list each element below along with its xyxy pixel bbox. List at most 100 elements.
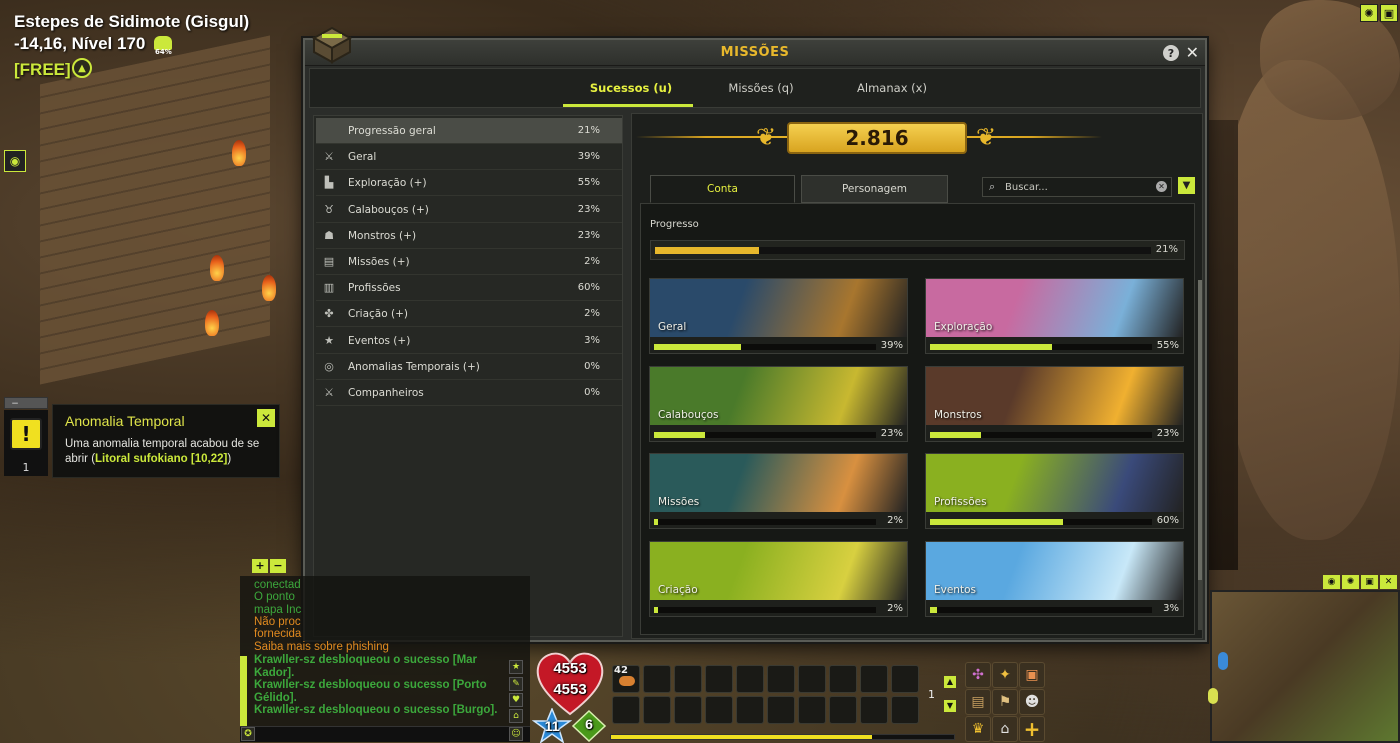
subtab-account[interactable]: Conta xyxy=(650,175,795,203)
chat-favorite-icon[interactable]: ✪ xyxy=(241,727,255,741)
bag-menu-icon[interactable]: ▣ xyxy=(1019,662,1045,688)
dna-menu-icon[interactable]: ✣ xyxy=(965,662,991,688)
quest-tracker-icon[interactable]: ◉ xyxy=(4,150,26,172)
page-down-button[interactable]: ▼ xyxy=(944,700,956,712)
item-count: 42 xyxy=(614,665,628,676)
chat-player-name[interactable]: Krawller-sz xyxy=(254,704,315,716)
shortcut-slot[interactable] xyxy=(798,696,826,724)
window-header[interactable]: MISSÕES ? ✕ xyxy=(305,40,1205,66)
chat-input[interactable] xyxy=(240,726,530,742)
subtab-character[interactable]: Personagem xyxy=(801,175,948,203)
help-icon[interactable]: ? xyxy=(1163,45,1179,61)
player-hud: 4553 4553 11 6 42 1 ▲ ▼ xyxy=(530,648,1000,743)
category-row[interactable]: ♉ Calabouços (+) 23% xyxy=(316,197,622,223)
category-card[interactable]: Criação 2% xyxy=(649,540,908,617)
tab-achievements[interactable]: Sucessos (u) xyxy=(566,81,696,95)
chat-smiley-icon[interactable]: ☺ xyxy=(509,727,523,741)
category-row[interactable]: Progressão geral 21% xyxy=(316,118,622,144)
shortcut-slot[interactable] xyxy=(674,665,702,693)
more-menu-icon[interactable]: + xyxy=(1019,716,1045,742)
friends-menu-icon[interactable]: ☻ xyxy=(1019,689,1045,715)
notification-close-button[interactable]: ✕ xyxy=(257,409,275,427)
chat-achievement-link[interactable]: [Burgo] xyxy=(453,704,495,716)
shortcut-slot[interactable] xyxy=(736,696,764,724)
clear-search-icon[interactable]: ✕ xyxy=(1156,181,1167,192)
minimap-camera-icon[interactable]: ▣ xyxy=(1361,575,1378,589)
chat-heart-icon[interactable]: ♥ xyxy=(509,693,523,707)
category-list: Progressão geral 21% ⚔ Geral 39% ▙ Exploração … xyxy=(313,115,623,637)
tab-quests[interactable]: Missões (q) xyxy=(696,81,826,95)
chat-home-icon[interactable]: ⌂ xyxy=(509,709,523,723)
notification-icon-box[interactable]: ! 1 xyxy=(4,410,48,476)
chat-star-icon[interactable]: ★ xyxy=(509,660,523,674)
category-row[interactable]: ◎ Anomalias Temporais (+) 0% xyxy=(316,354,622,380)
category-card[interactable]: Exploração 55% xyxy=(925,278,1184,354)
shortcut-slot[interactable] xyxy=(736,665,764,693)
quests-menu-icon[interactable]: ▤ xyxy=(965,689,991,715)
shortcut-slot[interactable] xyxy=(705,665,733,693)
shortcut-slot[interactable] xyxy=(767,696,795,724)
minimap-close-icon[interactable]: ✕ xyxy=(1380,575,1397,589)
achievements-menu-icon[interactable]: ♛ xyxy=(965,716,991,742)
notification-panel: Anomalia Temporal Uma anomalia temporal … xyxy=(52,404,280,478)
category-label: Missões (+) xyxy=(348,256,410,268)
category-card[interactable]: Eventos 3% xyxy=(925,540,1184,617)
card-pct: 3% xyxy=(1163,602,1179,614)
notification-link[interactable]: Litoral sufokiano [10,22] xyxy=(95,453,227,465)
category-pct: 55% xyxy=(577,177,600,189)
category-row[interactable]: ✤ Criação (+) 2% xyxy=(316,301,622,328)
category-card[interactable]: Monstros 23% xyxy=(925,365,1184,442)
search-input[interactable] xyxy=(1005,180,1155,194)
category-row[interactable]: ▥ Profissões 60% xyxy=(316,275,622,302)
page-up-button[interactable]: ▲ xyxy=(944,676,956,688)
minimap[interactable] xyxy=(1208,590,1400,743)
shortcut-slot[interactable] xyxy=(829,696,857,724)
category-row[interactable]: ▙ Exploração (+) 55% xyxy=(316,170,622,197)
category-row[interactable]: ★ Eventos (+) 3% xyxy=(316,328,622,354)
pyramid-icon[interactable]: ▲ xyxy=(72,58,92,78)
minimap-gear-icon[interactable]: ✺ xyxy=(1342,575,1359,589)
shortcut-slot[interactable] xyxy=(643,696,671,724)
card-label: Profissões xyxy=(934,496,987,508)
chat-tools-icon[interactable]: ✎ xyxy=(509,677,523,691)
category-row[interactable]: ▤ Missões (+) 2% xyxy=(316,249,622,275)
category-card[interactable]: Missões 2% xyxy=(649,453,908,529)
scroll-thumb[interactable] xyxy=(1198,280,1202,580)
chat-player-name[interactable]: Krawller-sz xyxy=(254,679,315,691)
filter-icon[interactable]: ▼ xyxy=(1178,177,1195,194)
options-icon[interactable]: ▣ xyxy=(1380,4,1398,22)
category-row[interactable]: ⚔ Geral 39% xyxy=(316,144,622,171)
shortcut-slot[interactable] xyxy=(612,696,640,724)
category-card[interactable]: Profissões 60% xyxy=(925,453,1184,529)
shortcut-slot[interactable] xyxy=(829,665,857,693)
shortcut-slot[interactable] xyxy=(674,696,702,724)
shortcut-slot[interactable] xyxy=(891,696,919,724)
spells-menu-icon[interactable]: ✦ xyxy=(992,662,1018,688)
chat-player-name[interactable]: Krawller-sz xyxy=(254,654,315,666)
shortcut-slot[interactable] xyxy=(798,665,826,693)
category-row[interactable]: ☗ Monstros (+) 23% xyxy=(316,223,622,249)
category-label: Exploração (+) xyxy=(348,177,427,190)
category-label: Profissões xyxy=(348,282,401,295)
category-label: Geral xyxy=(348,151,377,164)
tab-almanax[interactable]: Almanax (x) xyxy=(827,81,957,95)
shortcut-slot[interactable] xyxy=(643,665,671,693)
shortcut-slot[interactable] xyxy=(705,696,733,724)
shortcut-slot[interactable] xyxy=(767,665,795,693)
bread-item-icon xyxy=(619,676,635,686)
close-button[interactable]: ✕ xyxy=(1186,43,1199,62)
settings-gear-icon[interactable]: ✺ xyxy=(1360,4,1378,22)
shortcut-slot[interactable] xyxy=(891,665,919,693)
map-menu-icon[interactable]: ⚑ xyxy=(992,689,1018,715)
shop-menu-icon[interactable]: ⌂ xyxy=(992,716,1018,742)
shortcut-slot[interactable] xyxy=(860,665,888,693)
category-row[interactable]: ⚔ Companheiros 0% xyxy=(316,380,622,406)
minimap-eye-icon[interactable]: ◉ xyxy=(1323,575,1340,589)
chat-expand-button[interactable]: + xyxy=(252,559,268,573)
notification-minimize-bar[interactable]: − xyxy=(4,397,48,409)
chat-shrink-button[interactable]: − xyxy=(270,559,286,573)
category-card[interactable]: Calabouços 23% xyxy=(649,365,908,442)
content-scrollbar[interactable] xyxy=(1198,280,1202,630)
category-card[interactable]: Geral 39% xyxy=(649,278,908,354)
shortcut-slot[interactable] xyxy=(860,696,888,724)
